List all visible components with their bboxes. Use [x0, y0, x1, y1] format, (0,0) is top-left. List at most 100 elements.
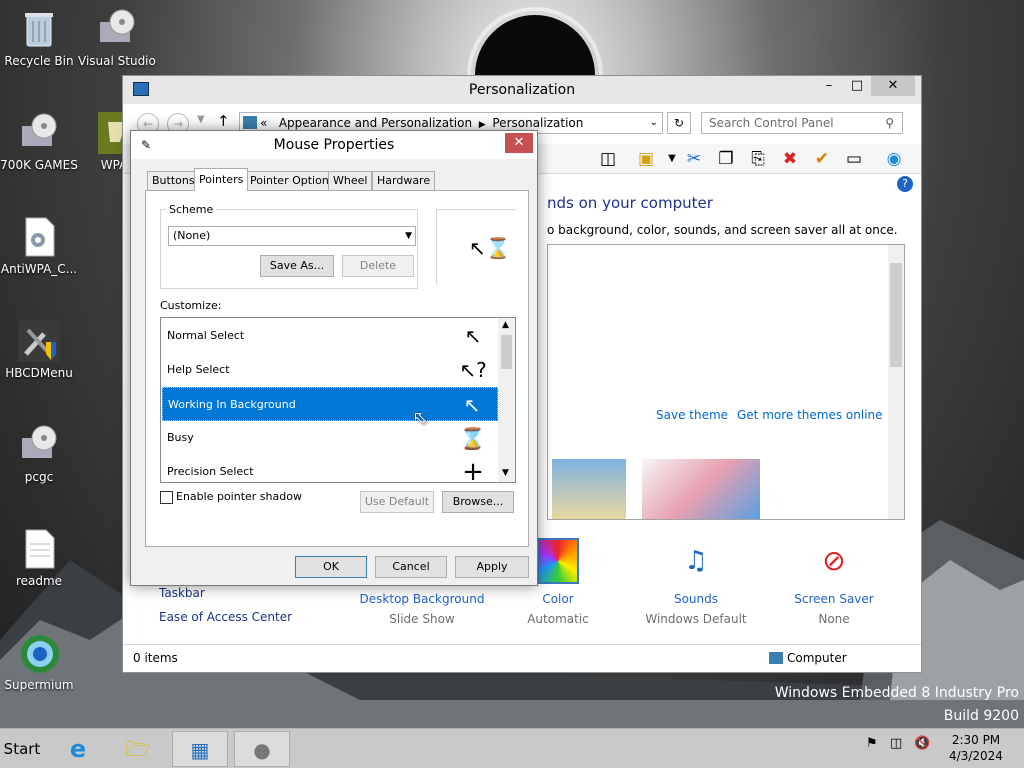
checkmark-icon[interactable]: ✔ [811, 148, 833, 170]
up-button[interactable]: ↑ [217, 112, 230, 130]
breadcrumb-item[interactable]: Personalization [492, 116, 583, 130]
tab-hardware[interactable]: Hardware [372, 171, 436, 190]
desktop-icon-visual-studio[interactable]: Visual Studio 201 [78, 8, 156, 68]
minimize-button[interactable]: – [815, 76, 843, 96]
delete-button[interactable]: Delete [342, 255, 414, 277]
list-item[interactable]: Normal Select ↖ [162, 319, 498, 353]
sounds-item[interactable]: ♫ Sounds Windows Default [631, 538, 761, 626]
ok-button[interactable]: OK [295, 556, 367, 578]
list-item[interactable]: Help Select ↖? [162, 353, 498, 387]
desktop-icon-label: Visual Studio 201 [78, 54, 156, 68]
help-icon[interactable]: ? [897, 176, 913, 192]
desktop-icon-label: HBCDMenu [5, 366, 73, 380]
cut-icon[interactable]: ✂ [683, 148, 705, 170]
rename-icon[interactable]: ▭ [843, 148, 865, 170]
tab-pointers[interactable]: Pointers [194, 168, 249, 191]
theme-thumbnail[interactable] [552, 459, 626, 519]
taskbar-link[interactable]: Taskbar [159, 586, 205, 600]
taskbar-mouse-properties[interactable]: ● [234, 731, 290, 767]
tab-wheel[interactable]: Wheel [328, 171, 373, 190]
search-icon[interactable]: ⚲ [885, 113, 894, 133]
address-dropdown-chevron-icon[interactable]: ⌄ [650, 113, 658, 133]
action-center-flag-icon[interactable]: ⚑ [866, 736, 878, 751]
ease-of-access-link[interactable]: Ease of Access Center [159, 610, 292, 624]
internet-explorer-icon: e [69, 735, 87, 763]
pointer-shadow-checkbox[interactable] [160, 491, 173, 504]
list-item[interactable]: Precision Select + [162, 455, 498, 483]
network-icon[interactable]: ◫ [890, 736, 902, 751]
taskbar-internet-explorer[interactable]: e [50, 731, 106, 767]
list-item-selected[interactable]: Working In Background ↖⌛ [162, 387, 498, 451]
arrow-cursor-icon: ↖ [464, 324, 482, 348]
taskbar-control-panel[interactable]: ▦ [172, 731, 228, 767]
desktop-icon-label: AntiWPA_C... [0, 262, 78, 276]
paste-icon[interactable]: ⎘ [747, 148, 769, 170]
text-file-icon [25, 529, 55, 569]
customize-label: Customize: [160, 299, 222, 312]
installer-disc-icon [22, 425, 57, 458]
maximize-button[interactable]: □ [843, 76, 871, 96]
save-as-button[interactable]: Save As... [260, 255, 334, 277]
desktop-icon-recycle-bin[interactable]: Recycle Bin [0, 8, 78, 68]
scroll-up-chevron-icon[interactable]: ▲ [502, 320, 509, 330]
properties-folder-icon[interactable]: ▣ [635, 148, 657, 170]
delete-x-icon[interactable]: ✖ [779, 148, 801, 170]
toolbar-chevron-down-icon[interactable]: ▼ [661, 148, 683, 170]
screen-saver-item[interactable]: ⊘ Screen Saver None [769, 538, 899, 626]
refresh-button[interactable]: ↻ [667, 112, 691, 134]
desktop-icon-readme[interactable]: readme [0, 528, 78, 588]
cursor-list[interactable]: Normal Select ↖ Help Select ↖? Working I… [160, 317, 516, 483]
clock-time: 2:30 PM [951, 733, 1001, 747]
dialog-close-button[interactable]: ✕ [505, 133, 533, 153]
volume-muted-icon[interactable]: 🔇 [914, 736, 930, 751]
desktop-icon-antiwpa[interactable]: AntiWPA_C... [0, 216, 78, 276]
desktop-icon-label: 700K GAMES [0, 158, 78, 172]
desktop-icon-pcgc[interactable]: pcgc [0, 424, 78, 484]
close-button[interactable]: ✕ [871, 76, 915, 96]
theme-list-pane[interactable]: Save theme Get more themes online [547, 244, 905, 520]
scheme-select[interactable]: (None) ▼ [168, 226, 416, 246]
desktop-icon-700k-games[interactable]: 700K GAMES [0, 112, 78, 172]
browse-button[interactable]: Browse... [442, 491, 514, 513]
desktop-icon-label: pcgc [24, 470, 54, 484]
build-watermark: Build 9200 [943, 708, 1019, 724]
clock[interactable]: 2:30 PM 4/3/2024 [948, 733, 1004, 763]
tab-buttons[interactable]: Buttons [147, 171, 200, 190]
address-overflow-icon: « [260, 116, 275, 130]
theme-thumbnail[interactable] [642, 459, 760, 519]
desktop-icon-supermium[interactable]: Supermium [0, 632, 78, 692]
use-default-button[interactable]: Use Default [360, 491, 434, 513]
pointer-shadow-label[interactable]: Enable pointer shadow [176, 490, 302, 503]
get-more-themes-link[interactable]: Get more themes online [737, 408, 883, 422]
scroll-down-chevron-icon[interactable]: ▼ [502, 468, 509, 478]
cancel-button[interactable]: Cancel [375, 556, 447, 578]
address-folder-icon [243, 116, 257, 129]
scheme-chevron-down-icon: ▼ [405, 231, 412, 241]
breadcrumb-item[interactable]: Appearance and Personalization [279, 116, 472, 130]
taskbar-file-explorer[interactable]: 🗁 [110, 731, 166, 767]
layout-pane-icon[interactable]: ◫ [597, 148, 619, 170]
scheme-label: Scheme [166, 203, 217, 216]
tab-pointer-options[interactable]: Pointer Options [245, 171, 340, 190]
shell-icon[interactable]: ◉ [883, 148, 905, 170]
personalization-titlebar[interactable]: Personalization [123, 76, 921, 104]
save-theme-link[interactable]: Save theme [656, 408, 728, 422]
start-button[interactable]: Start [0, 729, 44, 768]
cursor-list-scrollbar[interactable]: ▲ ▼ [498, 318, 515, 482]
recent-pages-chevron-icon[interactable]: ▼ [197, 114, 205, 125]
theme-pane-scrollbar[interactable] [888, 245, 904, 519]
window-title: Personalization [468, 82, 576, 98]
browser-globe-icon [21, 635, 59, 673]
search-input[interactable]: Search Control Panel ⚲ [701, 112, 903, 134]
crosshair-cursor-icon: + [462, 457, 484, 483]
mouse-properties-dialog[interactable]: Mouse Properties ✎ ✕ Buttons Pointers Po… [130, 130, 538, 586]
desktop-icon-label: Recycle Bin [4, 54, 74, 68]
mouse-dialog-titlebar[interactable]: Mouse Properties [131, 131, 537, 159]
list-item[interactable]: Busy ⌛ [162, 421, 498, 455]
scroll-thumb[interactable] [501, 335, 512, 369]
copy-icon[interactable]: ❐ [715, 148, 737, 170]
scheme-group [160, 209, 418, 289]
page-heading: nds on your computer [547, 194, 713, 212]
desktop-icon-hbcdmenu[interactable]: HBCDMenu [0, 320, 78, 380]
apply-button[interactable]: Apply [455, 556, 529, 578]
